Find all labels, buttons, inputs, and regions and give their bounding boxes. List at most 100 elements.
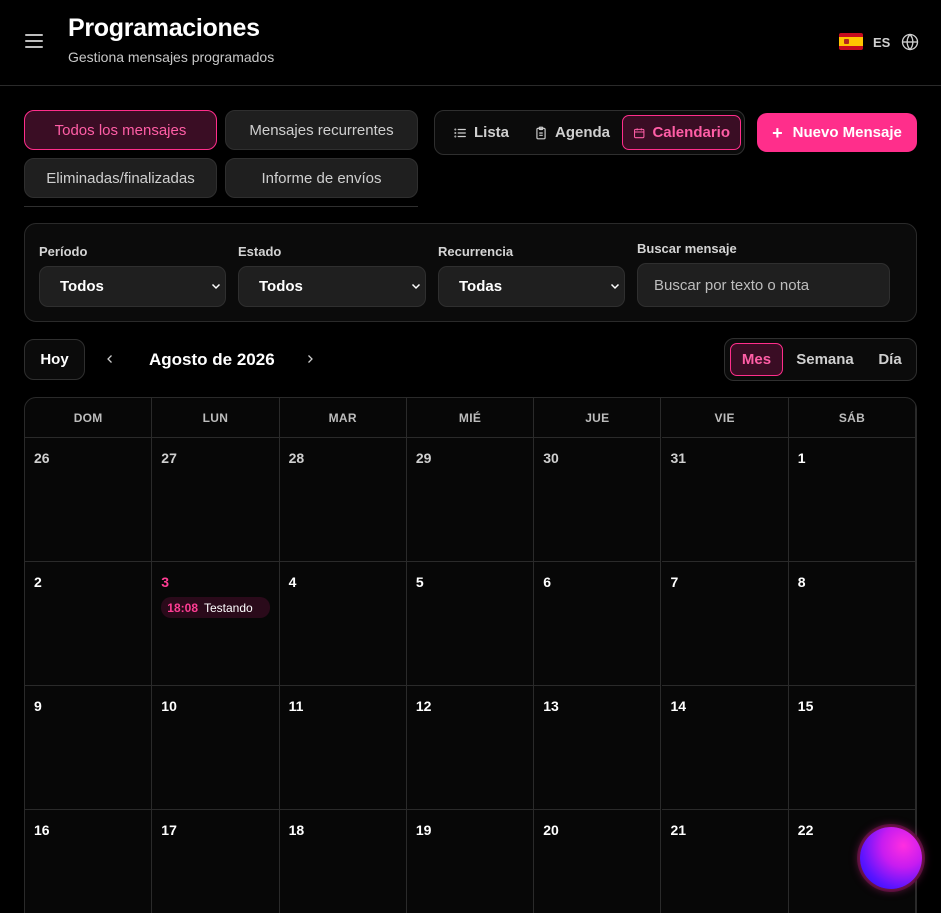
- calendar-day-cell[interactable]: 4: [279, 562, 407, 686]
- status-select[interactable]: Todos: [238, 266, 426, 307]
- view-agenda-button[interactable]: Agenda: [524, 115, 620, 150]
- calendar-day-cell[interactable]: 5: [406, 562, 535, 686]
- calendar-day-cell[interactable]: 10: [152, 686, 280, 810]
- day-number: 31: [670, 450, 687, 466]
- period-select[interactable]: Todos: [39, 266, 226, 307]
- recurrence-label: Recurrencia: [438, 244, 514, 259]
- calendar-day-cell[interactable]: 7: [661, 562, 789, 686]
- day-number: 19: [415, 822, 432, 838]
- day-number: 27: [161, 450, 177, 466]
- day-number: 18: [288, 822, 305, 838]
- view-calendar-button[interactable]: Calendario: [622, 115, 741, 150]
- calendar-day-cell[interactable]: 28: [279, 438, 407, 562]
- previous-month-button[interactable]: [100, 349, 120, 369]
- range-day-button[interactable]: Día: [870, 343, 910, 376]
- day-number: 30: [543, 450, 559, 466]
- weekday-header: VIE: [661, 398, 789, 438]
- calendar-day-cell[interactable]: 1: [788, 438, 916, 562]
- calendar-icon: [634, 127, 645, 138]
- chevron-right-icon: [308, 355, 313, 363]
- tab-recurring-messages[interactable]: Mensajes recurrentes: [225, 110, 418, 150]
- next-month-button[interactable]: [300, 349, 320, 369]
- calendar-day-cell[interactable]: 3 18:08 Testando: [152, 562, 280, 686]
- calendar-day-cell[interactable]: 15: [788, 686, 916, 810]
- new-message-button[interactable]: + Nuevo Mensaje: [757, 113, 917, 152]
- calendar-day-cell[interactable]: 6: [534, 562, 662, 686]
- weekday-header: JUE: [534, 398, 662, 438]
- range-month-button[interactable]: Mes: [730, 343, 783, 376]
- language-code[interactable]: ES: [873, 35, 890, 50]
- weekday-header: MAR: [279, 398, 407, 438]
- event-chip[interactable]: 18:08 Testando: [161, 597, 271, 618]
- calendar-day-cell[interactable]: 16: [25, 810, 153, 913]
- calendar-day-cell[interactable]: 31: [661, 438, 789, 562]
- day-number: 9: [34, 698, 42, 714]
- range-week-button[interactable]: Semana: [791, 343, 859, 376]
- day-number: 21: [670, 822, 687, 838]
- calendar-day-cell[interactable]: 27: [152, 438, 280, 562]
- day-number: 14: [670, 698, 687, 714]
- chevron-left-icon: [107, 355, 112, 363]
- calendar-day-cell[interactable]: 29: [406, 438, 535, 562]
- day-number: 13: [543, 698, 559, 714]
- calendar-day-cell[interactable]: 17: [152, 810, 280, 913]
- tabs-divider: [24, 206, 418, 207]
- day-number: 26: [34, 450, 50, 466]
- day-number: 10: [161, 698, 177, 714]
- calendar-day-cell[interactable]: 19: [407, 810, 535, 913]
- calendar-day-cell[interactable]: 14: [661, 686, 789, 810]
- calendar-day-cell[interactable]: 11: [279, 686, 407, 810]
- calendar-day-cell[interactable]: 12: [406, 686, 535, 810]
- day-number: 7: [670, 574, 679, 590]
- day-number: 1: [797, 450, 806, 466]
- view-toggle: Lista Agenda Calendario: [434, 110, 745, 155]
- period-value: Todos: [60, 278, 104, 295]
- status-value: Todos: [259, 278, 303, 295]
- day-number: 28: [288, 450, 305, 466]
- view-calendar-label: Calendario: [652, 124, 730, 141]
- weekday-header: MIÉ: [406, 398, 535, 438]
- filters-panel: Período Todos Estado Todos Recurrencia T…: [24, 223, 917, 322]
- clipboard-icon: [536, 126, 546, 139]
- tab-all-messages[interactable]: Todos los mensajes: [24, 110, 217, 150]
- range-toggle: Mes Semana Día: [724, 338, 917, 381]
- weekday-header: SÁB: [788, 398, 916, 438]
- event-time: 18:08: [167, 600, 198, 615]
- calendar-day-cell[interactable]: 13: [534, 686, 662, 810]
- day-number: 6: [543, 574, 551, 590]
- day-number: 20: [543, 822, 559, 838]
- period-label: Período: [39, 244, 88, 259]
- calendar-day-cell[interactable]: 18: [280, 810, 407, 913]
- list-icon: [454, 128, 466, 137]
- calendar-day-cell[interactable]: 8: [788, 562, 916, 686]
- status-label: Estado: [238, 244, 282, 259]
- weekday-header: DOM: [25, 398, 153, 438]
- event-title: Testando: [204, 600, 253, 615]
- calendar-day-cell[interactable]: 2: [25, 562, 153, 686]
- day-number: 22: [797, 822, 814, 838]
- day-number: 16: [34, 822, 50, 838]
- search-input[interactable]: [637, 263, 890, 307]
- chevron-down-icon: [411, 283, 421, 290]
- tab-deleted-finished[interactable]: Eliminadas/finalizadas: [24, 158, 217, 198]
- calendar-day-cell[interactable]: 9: [25, 686, 153, 810]
- globe-icon[interactable]: [901, 33, 919, 51]
- day-number: 8: [797, 574, 806, 590]
- page-title: Programaciones: [68, 14, 260, 42]
- search-label: Buscar mensaje: [637, 241, 737, 256]
- day-number: 2: [34, 574, 42, 590]
- view-list-button[interactable]: Lista: [443, 115, 519, 150]
- calendar-day-cell[interactable]: 20: [534, 810, 662, 913]
- chevron-down-icon: [211, 283, 221, 290]
- day-number: 15: [797, 698, 814, 714]
- tab-send-report[interactable]: Informe de envíos: [225, 158, 418, 198]
- calendar-day-cell[interactable]: 26: [25, 438, 153, 562]
- plus-icon: +: [772, 122, 783, 143]
- spain-flag-icon[interactable]: [839, 33, 863, 50]
- calendar-day-cell[interactable]: 30: [534, 438, 662, 562]
- recurrence-select[interactable]: Todas: [438, 266, 625, 307]
- calendar-day-cell[interactable]: 21: [662, 810, 789, 913]
- assistant-orb-button[interactable]: [857, 824, 925, 892]
- today-button[interactable]: Hoy: [24, 339, 85, 380]
- menu-icon[interactable]: [25, 34, 43, 48]
